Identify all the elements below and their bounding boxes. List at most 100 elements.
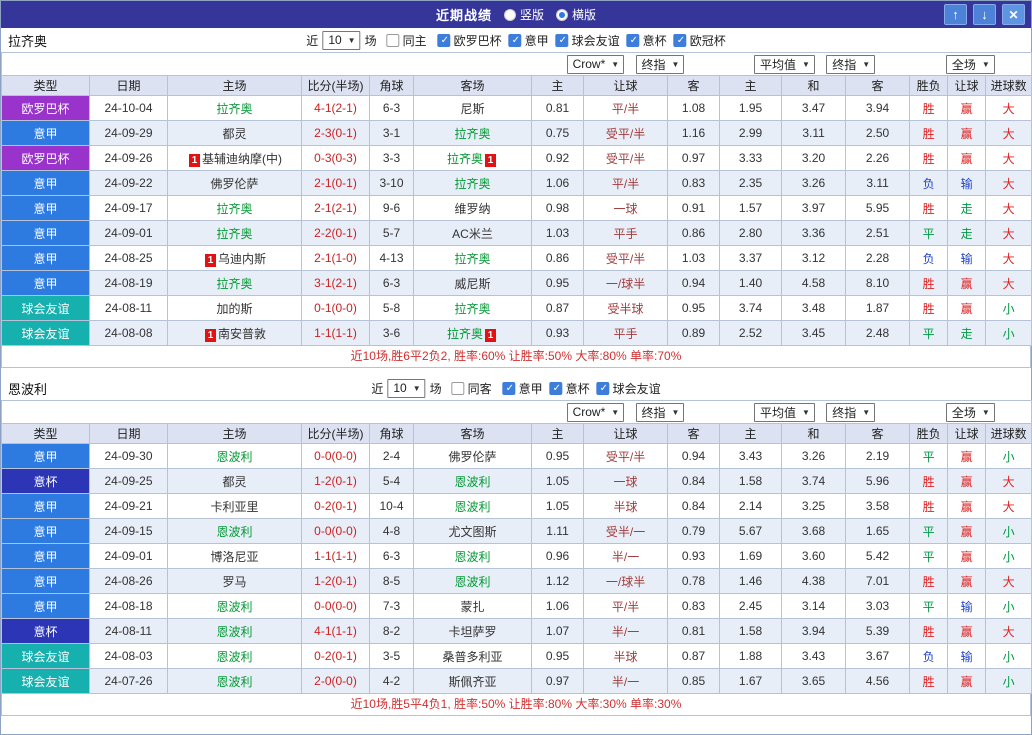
away-team-link[interactable]: AC米兰: [452, 227, 493, 241]
league-filter-checkbox[interactable]: 意甲: [509, 32, 549, 49]
corner-count: 3-3: [370, 146, 414, 171]
home-team-link[interactable]: 佛罗伦萨: [210, 177, 258, 191]
euro-source-select[interactable]: 平均值▼: [754, 403, 815, 422]
home-team-link[interactable]: 卡利亚里: [210, 500, 258, 514]
near-label: 近: [371, 380, 383, 397]
home-team-link[interactable]: 乌迪内斯: [218, 252, 266, 266]
league-filter-checkbox[interactable]: 欧罗巴杯: [438, 32, 502, 49]
away-team-link[interactable]: 拉齐奥: [447, 327, 483, 341]
away-team-link[interactable]: 恩波利: [455, 550, 491, 564]
euro-home-odds: 3.74: [720, 296, 782, 321]
same-venue-checkbox[interactable]: 同客: [452, 380, 492, 397]
asian-home-odds: 1.11: [532, 519, 584, 544]
home-team-link[interactable]: 都灵: [222, 127, 246, 141]
league-badge: 意甲: [2, 594, 90, 619]
home-team-link[interactable]: 恩波利: [216, 675, 252, 689]
euro-draw-odds: 3.14: [782, 594, 846, 619]
column-header: 让球: [948, 424, 986, 444]
scope-select[interactable]: 全场▼: [946, 55, 995, 74]
euro-stage-select[interactable]: 终指▼: [826, 403, 875, 422]
home-team-link[interactable]: 基辅迪纳摩(中): [202, 152, 282, 166]
result-goals: 大: [986, 271, 1032, 296]
result-handicap: 走: [948, 221, 986, 246]
corner-count: 6-3: [370, 271, 414, 296]
home-team-link[interactable]: 恩波利: [216, 450, 252, 464]
home-team-link[interactable]: 拉齐奥: [216, 227, 252, 241]
league-filter-checkbox[interactable]: 意甲: [503, 380, 543, 397]
away-team-link[interactable]: 拉齐奥: [455, 302, 491, 316]
away-team-link[interactable]: 拉齐奥: [455, 252, 491, 266]
away-team-link[interactable]: 尤文图斯: [449, 525, 497, 539]
euro-odds-controls: 平均值▼ 终指▼: [720, 53, 910, 76]
asian-stage-select[interactable]: 终指▼: [636, 403, 685, 422]
away-team-cell: 拉齐奥1: [414, 146, 532, 171]
away-team-link[interactable]: 桑普多利亚: [443, 650, 503, 664]
layout-radio-horizontal[interactable]: 横版: [556, 6, 596, 23]
result-wdl: 负: [910, 171, 948, 196]
match-row: 球会友谊24-08-081南安普敦1-1(1-1)3-6拉齐奥10.93平手0.…: [2, 321, 1032, 346]
away-team-link[interactable]: 佛罗伦萨: [449, 450, 497, 464]
away-team-link[interactable]: 恩波利: [455, 500, 491, 514]
away-team-cell: 恩波利: [414, 569, 532, 594]
scroll-up-button[interactable]: ↑: [944, 4, 967, 25]
asian-home-odds: 1.05: [532, 494, 584, 519]
home-team-link[interactable]: 拉齐奥: [216, 277, 252, 291]
match-date: 24-08-11: [90, 619, 168, 644]
away-team-link[interactable]: 拉齐奥: [455, 177, 491, 191]
away-team-link[interactable]: 维罗纳: [455, 202, 491, 216]
away-team-link[interactable]: 蒙扎: [461, 600, 485, 614]
bookmaker-select[interactable]: Crow*▼: [567, 55, 625, 74]
same-venue-checkbox[interactable]: 同主: [387, 32, 427, 49]
red-card-badge: 1: [485, 154, 496, 167]
away-team-cell: 桑普多利亚: [414, 644, 532, 669]
league-filter-checkbox[interactable]: 球会友谊: [556, 32, 620, 49]
close-button[interactable]: ✕: [1002, 4, 1025, 25]
home-team-link[interactable]: 罗马: [222, 575, 246, 589]
away-team-link[interactable]: 恩波利: [455, 475, 491, 489]
match-score: 0-1(0-0): [302, 296, 370, 321]
home-team-link[interactable]: 拉齐奥: [216, 102, 252, 116]
away-team-link[interactable]: 拉齐奥: [455, 127, 491, 141]
home-team-link[interactable]: 恩波利: [216, 525, 252, 539]
matches-table: Crow*▼ 终指▼ 平均值▼ 终指▼ 全场▼ 类型 日期 主场 比分(半场): [1, 52, 1032, 346]
league-filter-checkbox[interactable]: 欧冠杯: [674, 32, 726, 49]
scroll-down-button[interactable]: ↓: [973, 4, 996, 25]
euro-source-select[interactable]: 平均值▼: [754, 55, 815, 74]
asian-home-odds: 0.95: [532, 271, 584, 296]
home-team-link[interactable]: 拉齐奥: [216, 202, 252, 216]
bookmaker-select[interactable]: Crow*▼: [567, 403, 625, 422]
away-team-link[interactable]: 尼斯: [461, 102, 485, 116]
euro-home-odds: 2.14: [720, 494, 782, 519]
league-filter-checkbox[interactable]: 球会友谊: [597, 380, 661, 397]
result-goals: 大: [986, 619, 1032, 644]
away-team-link[interactable]: 威尼斯: [455, 277, 491, 291]
recent-count-select[interactable]: 10 ▼: [322, 31, 360, 50]
layout-radio-vertical[interactable]: 竖版: [504, 6, 544, 23]
asian-home-odds: 0.95: [532, 644, 584, 669]
asian-away-odds: 1.08: [668, 96, 720, 121]
home-team-link[interactable]: 恩波利: [216, 650, 252, 664]
away-team-link[interactable]: 拉齐奥: [447, 152, 483, 166]
away-team-link[interactable]: 恩波利: [455, 575, 491, 589]
home-team-link[interactable]: 恩波利: [216, 600, 252, 614]
corner-count: 3-5: [370, 644, 414, 669]
home-team-link[interactable]: 都灵: [222, 475, 246, 489]
league-filter-checkbox[interactable]: 意杯: [550, 380, 590, 397]
league-filter-checkbox[interactable]: 意杯: [627, 32, 667, 49]
euro-away-odds: 3.94: [846, 96, 910, 121]
result-handicap: 赢: [948, 96, 986, 121]
result-wdl: 平: [910, 221, 948, 246]
home-team-link[interactable]: 恩波利: [216, 625, 252, 639]
home-team-link[interactable]: 博洛尼亚: [210, 550, 258, 564]
scope-select[interactable]: 全场▼: [946, 403, 995, 422]
away-team-link[interactable]: 卡坦萨罗: [449, 625, 497, 639]
result-handicap: 赢: [948, 669, 986, 694]
euro-stage-select[interactable]: 终指▼: [826, 55, 875, 74]
near-label: 近: [306, 32, 318, 49]
recent-count-select[interactable]: 10 ▼: [387, 379, 425, 398]
away-team-link[interactable]: 斯佩齐亚: [449, 675, 497, 689]
corner-count: 2-4: [370, 444, 414, 469]
home-team-link[interactable]: 加的斯: [216, 302, 252, 316]
asian-stage-select[interactable]: 终指▼: [636, 55, 685, 74]
home-team-link[interactable]: 南安普敦: [218, 327, 266, 341]
